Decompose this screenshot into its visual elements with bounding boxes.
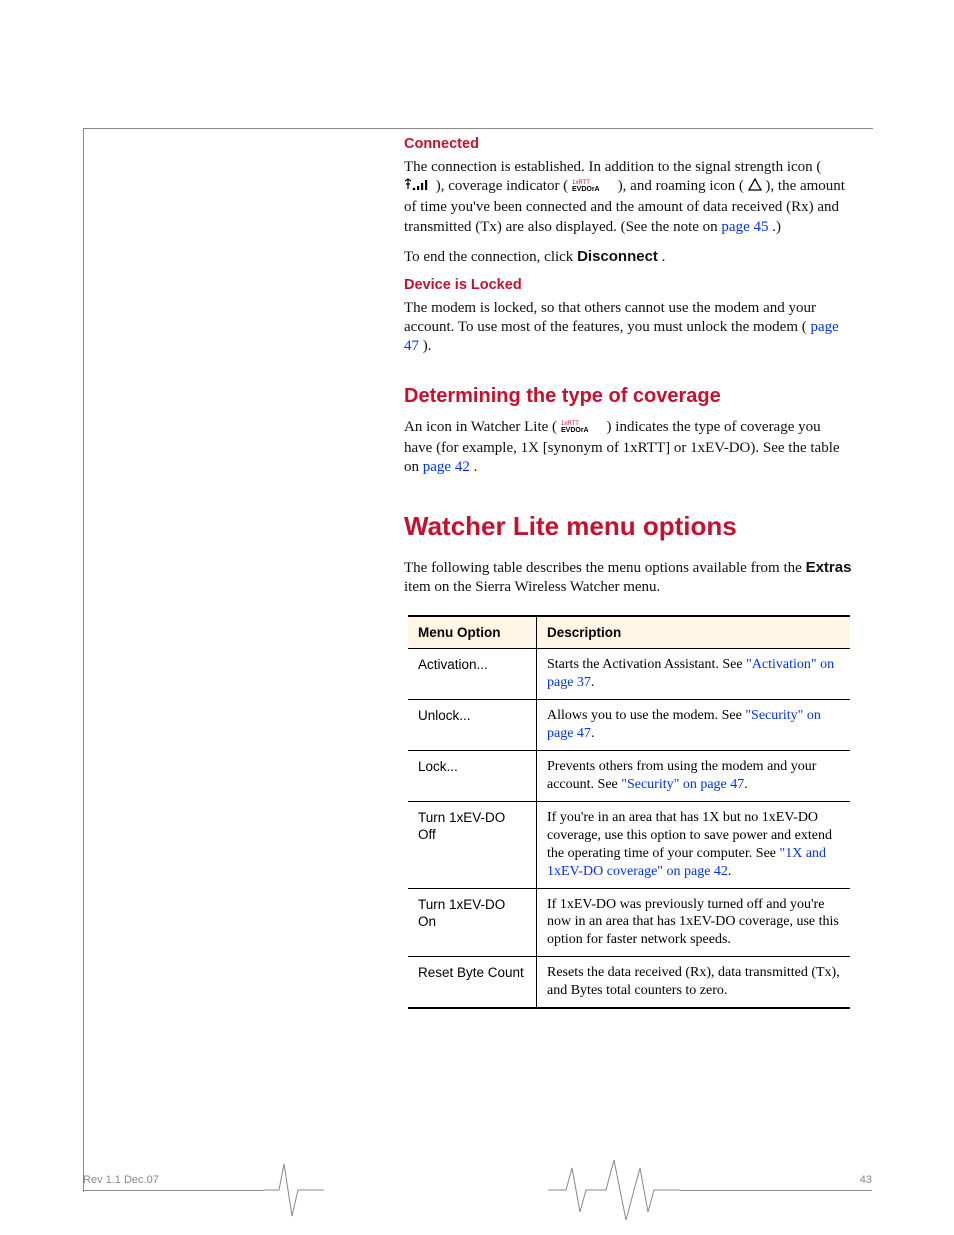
signal-strength-icon xyxy=(404,178,432,198)
link-page-42[interactable]: page 42 xyxy=(423,459,470,475)
menu-option-cell: Lock... xyxy=(408,751,537,802)
coverage-indicator-icon: 1xRTT EVDOrA xyxy=(572,178,614,198)
revision-text: Rev 1.1 Dec.07 xyxy=(83,1174,159,1186)
table-row: Unlock...Allows you to use the modem. Se… xyxy=(408,700,850,751)
text: ). xyxy=(423,338,432,354)
menu-description-cell: Allows you to use the modem. See "Securi… xyxy=(537,700,851,751)
connected-paragraph-2: To end the connection, click Disconnect … xyxy=(404,247,852,267)
ekg-right-icon xyxy=(548,1158,680,1222)
page-footer: Rev 1.1 Dec.07 43 xyxy=(0,1158,954,1228)
svg-text:EVDOrA: EVDOrA xyxy=(572,186,600,192)
cross-ref-link[interactable]: "Security" on page 47 xyxy=(621,777,744,792)
col-header-description: Description xyxy=(537,616,851,649)
ekg-left-icon xyxy=(264,1158,324,1222)
text: To end the connection, click xyxy=(404,249,577,265)
text: ), coverage indicator ( xyxy=(436,178,568,194)
text: The modem is locked, so that others cann… xyxy=(404,300,816,335)
text: .) xyxy=(772,219,781,235)
menu-description-cell: Prevents others from using the modem and… xyxy=(537,751,851,802)
text: An icon in Watcher Lite ( xyxy=(404,419,557,435)
text: Resets the data received (Rx), data tran… xyxy=(547,965,840,998)
text: . xyxy=(662,249,666,265)
text: If 1xEV-DO was previously turned off and… xyxy=(547,897,839,948)
footer-rule-right xyxy=(680,1190,872,1191)
col-header-option: Menu Option xyxy=(408,616,537,649)
text: The connection is established. In additi… xyxy=(404,159,821,175)
table-row: Reset Byte Count Resets the data received… xyxy=(408,957,850,1008)
text: . xyxy=(744,777,748,792)
table-header-row: Menu Option Description xyxy=(408,616,850,649)
text: Starts the Activation Assistant. See xyxy=(547,657,746,672)
connected-paragraph-1: The connection is established. In additi… xyxy=(404,158,852,237)
text: . xyxy=(728,864,732,879)
page: Connected The connection is established.… xyxy=(0,0,954,1235)
heading-coverage: Determining the type of coverage xyxy=(404,385,852,408)
heading-menu-options: Watcher Lite menu options xyxy=(404,511,852,542)
menu-intro: The following table describes the menu o… xyxy=(404,558,852,597)
table-row: Turn 1xEV-DO OffIf you're in an area tha… xyxy=(408,801,850,888)
menu-option-cell: Turn 1xEV-DO Off xyxy=(408,801,537,888)
page-number: 43 xyxy=(860,1174,872,1186)
coverage-paragraph: An icon in Watcher Lite ( 1xRTT EVDOrA )… xyxy=(404,418,852,478)
text: ), and roaming icon ( xyxy=(618,178,744,194)
extras-label: Extras xyxy=(806,559,852,576)
link-page-45[interactable]: page 45 xyxy=(721,219,768,235)
menu-option-cell: Turn 1xEV-DO On xyxy=(408,888,537,957)
text: item on the Sierra Wireless Watcher menu… xyxy=(404,579,660,595)
roaming-icon xyxy=(748,178,762,198)
menu-description-cell: If 1xEV-DO was previously turned off and… xyxy=(537,888,851,957)
frame-left-rule xyxy=(83,128,84,1192)
table-row: Activation...Starts the Activation Assis… xyxy=(408,649,850,700)
footer-rule-left xyxy=(83,1190,264,1191)
locked-paragraph: The modem is locked, so that others cann… xyxy=(404,299,852,357)
text: . xyxy=(591,726,595,741)
menu-description-cell: If you're in an area that has 1X but no … xyxy=(537,801,851,888)
coverage-indicator-icon: 1xRTT EVDOrA xyxy=(561,419,603,439)
menu-option-cell: Activation... xyxy=(408,649,537,700)
menu-description-cell: Starts the Activation Assistant. See "Ac… xyxy=(537,649,851,700)
table-row: Lock...Prevents others from using the mo… xyxy=(408,751,850,802)
text: The following table describes the menu o… xyxy=(404,560,806,576)
menu-description-cell: Resets the data received (Rx), data tran… xyxy=(537,957,851,1008)
disconnect-label: Disconnect xyxy=(577,248,658,265)
heading-locked: Device is Locked xyxy=(404,277,852,293)
svg-text:EVDOrA: EVDOrA xyxy=(561,427,589,433)
menu-option-cell: Unlock... xyxy=(408,700,537,751)
table-row: Turn 1xEV-DO OnIf 1xEV-DO was previously… xyxy=(408,888,850,957)
body-text-column: Connected The connection is established.… xyxy=(404,128,852,1009)
text: Allows you to use the modem. See xyxy=(547,708,745,723)
menu-options-table: Menu Option Description Activation...Sta… xyxy=(408,615,850,1009)
menu-option-cell: Reset Byte Count xyxy=(408,957,537,1008)
text: . xyxy=(474,459,478,475)
heading-connected: Connected xyxy=(404,136,852,152)
text: . xyxy=(591,675,595,690)
